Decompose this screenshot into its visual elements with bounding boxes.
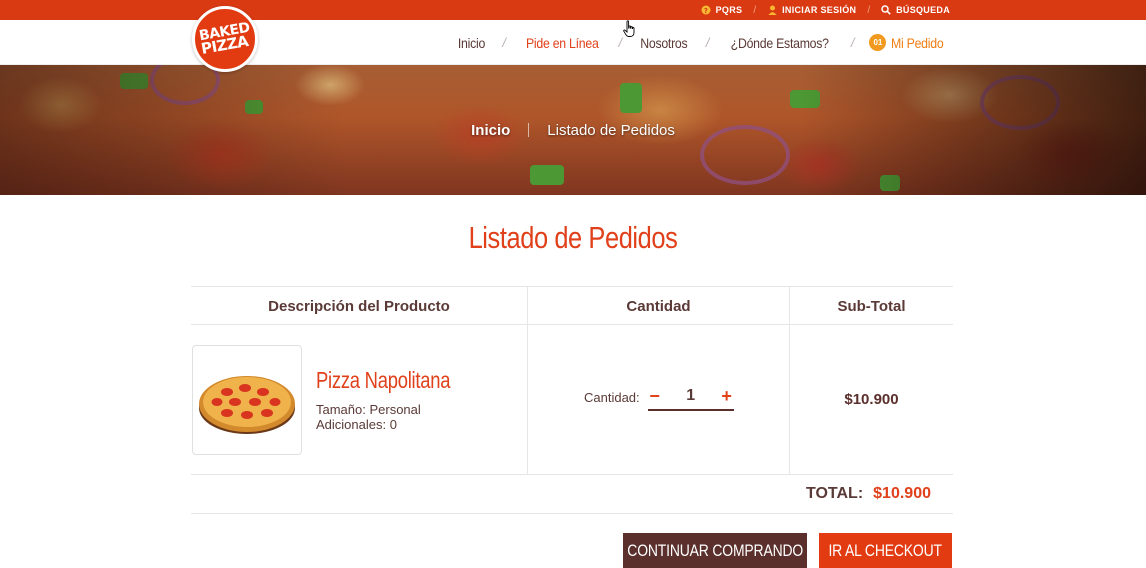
product-description-cell: Pizza Napolitana Tamaño: Personal Adicio… [191, 325, 527, 474]
nav-separator: / [705, 35, 710, 50]
total-row: TOTAL: $10.900 [191, 475, 953, 514]
subtotal-value: $10.900 [844, 391, 899, 408]
breadcrumb-current: Listado de Pedidos [547, 121, 675, 139]
nav-item-inicio[interactable]: Inicio [458, 35, 485, 51]
product-size: Tamaño: Personal [316, 402, 421, 417]
utility-links: ? PQRS / INICIAR SESIÓN / BÚSQUEDA [701, 0, 950, 20]
nav-separator: / [618, 35, 623, 50]
hero-banner: Inicio Listado de Pedidos [0, 65, 1146, 195]
checkout-label: IR AL CHECKOUT [828, 540, 943, 560]
baked-pizza-logo[interactable]: BAKED PIZZA [192, 6, 258, 72]
product-extras: Adicionales: 0 [316, 417, 397, 432]
breadcrumb-separator [528, 123, 530, 137]
product-name[interactable]: Pizza Napolitana [316, 367, 450, 394]
table-row: Pizza Napolitana Tamaño: Personal Adicio… [191, 325, 953, 475]
svg-text:?: ? [703, 7, 707, 15]
checkout-button[interactable]: IR AL CHECKOUT [819, 533, 952, 568]
column-header-quantity: Cantidad [527, 287, 789, 325]
my-order-label: Mi Pedido [891, 34, 944, 51]
pqrs-link[interactable]: ? PQRS [701, 5, 743, 15]
nav-item-nosotros[interactable]: Nosotros [640, 35, 687, 51]
total-label: TOTAL: [805, 485, 864, 502]
logo-text-pizza: PIZZA [199, 32, 250, 58]
user-icon [767, 5, 777, 15]
login-link[interactable]: INICIAR SESIÓN [767, 5, 856, 15]
table-header-row: Descripción del Producto Cantidad Sub-To… [191, 286, 953, 325]
pqrs-label: PQRS [715, 5, 743, 15]
utility-separator: / [753, 4, 757, 16]
main-nav: Inicio / Pide en Línea / Nosotros / ¿Dón… [456, 20, 951, 65]
search-link[interactable]: BÚSQUEDA [881, 5, 950, 15]
decrease-quantity-button[interactable]: − [648, 386, 662, 406]
login-label: INICIAR SESIÓN [782, 5, 857, 15]
product-thumbnail [192, 345, 302, 455]
nav-separator: / [850, 35, 855, 50]
nav-item-donde-estamos[interactable]: ¿Dónde Estamos? [731, 35, 829, 51]
column-header-description: Descripción del Producto [268, 297, 450, 315]
pizza-image-icon [199, 376, 295, 434]
quantity-stepper: − + [647, 383, 734, 411]
column-header-subtotal: Sub-Total [789, 287, 953, 325]
total-value: $10.900 [873, 485, 931, 502]
continue-shopping-button[interactable]: CONTINUAR COMPRANDO [623, 533, 807, 568]
top-utility-bar: ? PQRS / INICIAR SESIÓN / BÚSQUEDA [0, 0, 1146, 20]
nav-item-pide-en-linea[interactable]: Pide en Línea [526, 35, 599, 51]
breadcrumb-home[interactable]: Inicio [471, 122, 510, 139]
hand-cursor-icon [623, 20, 635, 37]
search-label: BÚSQUEDA [896, 5, 950, 15]
main-navbar: Inicio / Pide en Línea / Nosotros / ¿Dón… [0, 20, 1146, 65]
my-order-link[interactable]: 01 Mi Pedido [869, 34, 951, 51]
quantity-input[interactable] [670, 387, 711, 405]
increase-quantity-button[interactable]: + [720, 386, 734, 406]
order-count-badge: 01 [869, 34, 887, 51]
continue-shopping-label: CONTINUAR COMPRANDO [627, 540, 803, 560]
quantity-label: Cantidad: [584, 389, 640, 405]
utility-separator: / [867, 4, 871, 16]
page-title: Listado de Pedidos [468, 220, 678, 255]
nav-separator: / [502, 35, 506, 50]
question-circle-icon: ? [701, 5, 711, 15]
search-icon [881, 5, 891, 15]
quantity-cell: Cantidad: − + [527, 325, 789, 474]
breadcrumb: Inicio Listado de Pedidos [0, 65, 1146, 195]
subtotal-cell: $10.900 [789, 325, 953, 474]
quantity-group: Cantidad: − + [584, 383, 734, 411]
